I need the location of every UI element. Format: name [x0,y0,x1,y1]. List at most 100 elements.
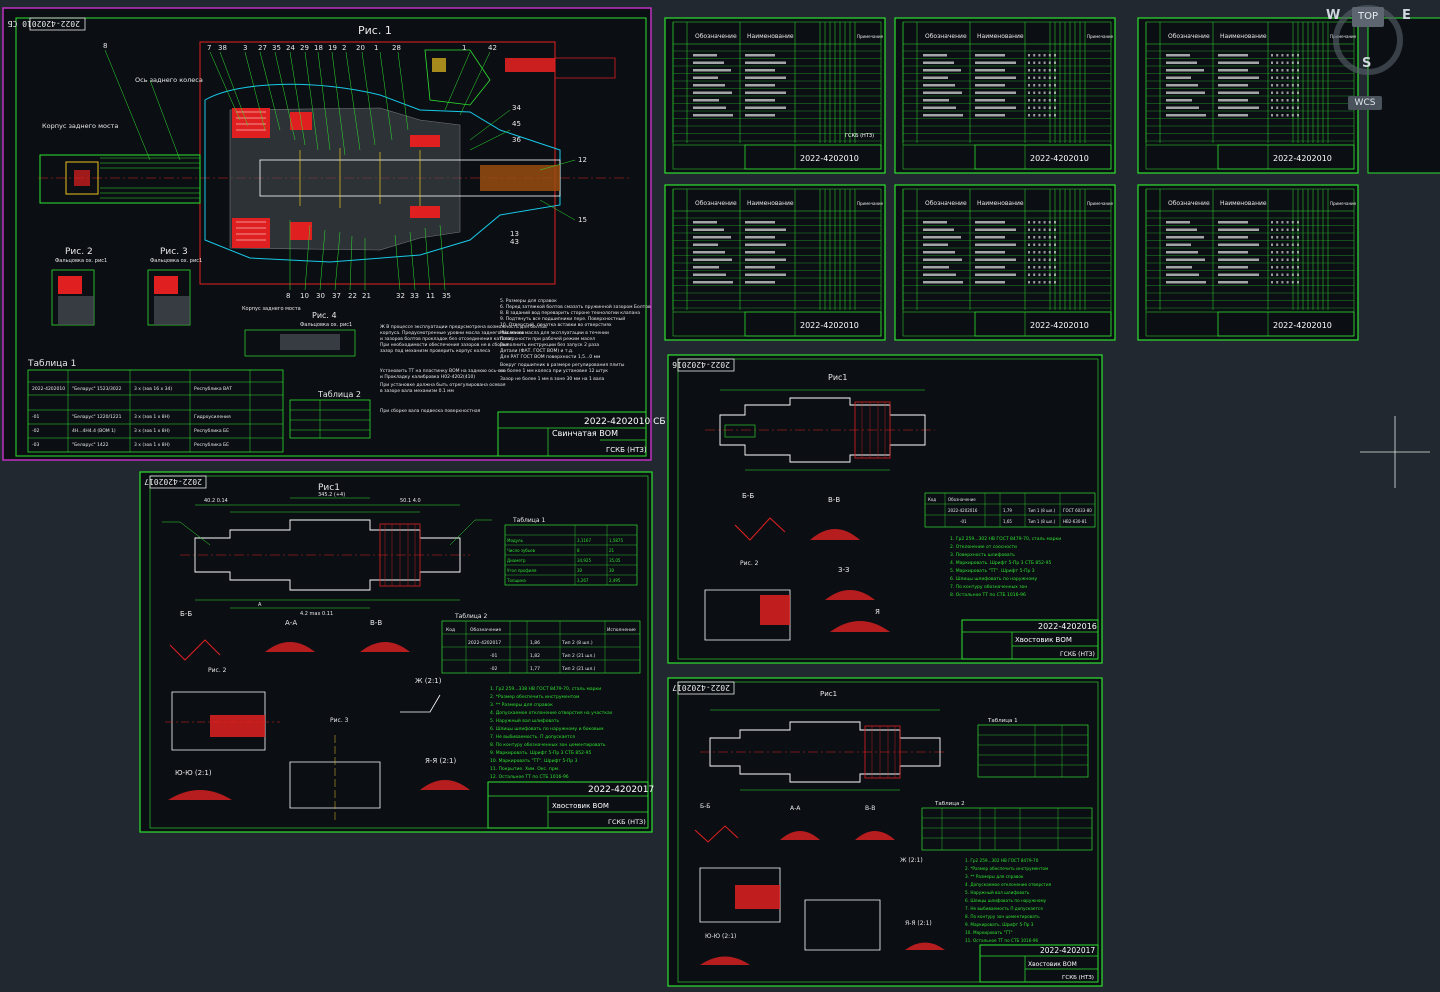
svg-text:20: 20 [356,44,365,52]
svg-text:10. Маркировать "ТТ". Шрифт 5-: 10. Маркировать "ТТ". Шрифт 5-Пр 3 [490,758,578,764]
svg-text:45: 45 [512,120,521,128]
fig4-title: Рис. 4 [312,311,337,320]
part3-title-org: ГСКБ (НТЗ) [1062,975,1094,981]
spec-col-primechanie: Примечание [857,34,884,39]
svg-text:1,77: 1,77 [530,666,540,672]
svg-text:8. В заданий вод переварить ст: 8. В заданий вод переварить стороне техн… [500,309,640,316]
part1-stamp-top: 2022-4202017 [144,477,202,486]
svg-text:1,79: 1,79 [1003,508,1012,513]
svg-text:5. Размеры для справок: 5. Размеры для справок [500,298,557,304]
svg-text:Тип 2 (21 шл.): Тип 2 (21 шл.) [561,653,596,659]
assembly-title-name: Свинчатая ВОМ [552,429,618,438]
part-sheet-1[interactable]: 2022-4202017 Рис1 40.2 0.14345.2 (+4)50.… [139,471,654,833]
svg-text:Детали (ФАТ. ГОСТ ВОМ) и т.д.: Детали (ФАТ. ГОСТ ВОМ) и т.д. [500,348,573,354]
part2-section-ya: Я [875,608,880,616]
svg-text:Установить ТТ на пластинку ВОМ: Установить ТТ на пластинку ВОМ на заднюю… [380,368,506,374]
svg-text:10: 10 [300,292,309,300]
svg-text:Масленки масла для эксплуатаци: Масленки масла для эксплуатации в течени… [500,330,609,336]
part-sheet-2[interactable]: 2022-4202016 Рис1 Б-Б В-В Код Обозначени… [667,354,1103,664]
svg-text:22: 22 [348,292,357,300]
svg-text:10. Отверстий, печатка вставки: 10. Отверстий, печатка вставки во отверс… [500,321,612,328]
viewcube-west[interactable]: W [1326,8,1340,23]
svg-text:35,05: 35,05 [609,558,621,563]
svg-text:2022-4202010: 2022-4202010 [32,386,65,392]
svg-text:11. Остальное ТТ по СТБ 1016-9: 11. Остальное ТТ по СТБ 1016-96 [965,938,1039,943]
part1-title-org: ГСКБ (НТЗ) [608,818,646,826]
svg-text:-03: -03 [32,442,39,448]
svg-text:Тип 1 (8 шл.): Тип 1 (8 шл.) [1027,508,1056,513]
spec-sheet-1[interactable]: Обозначение Наименование Примечание 2022-42… [664,17,886,174]
svg-text:Число зубьев: Число зубьев [507,548,536,553]
spec-sheet-2[interactable]: Обозначение Наименование Примечание 2022-42… [894,17,1116,174]
spec-stamp-number: 2022-4202010 [1030,321,1089,330]
part1-section-vv: В-В [370,619,382,627]
part3-stamp-top: 2022-4202017 [672,683,730,692]
svg-text:30: 30 [609,568,615,573]
part1-section-yuyu: Ю-Ю (2:1) [175,769,212,777]
spec-col-oboznachenie: Обозначение [695,33,737,40]
assembly-stamp-number: 2022-4202010 СБ [584,417,666,427]
svg-text:3 х (зов 16 х 34): 3 х (зов 16 х 34) [134,386,172,392]
svg-text:9. Маркировать. Шрифт 5-Пр 3 С: 9. Маркировать. Шрифт 5-Пр 3 СТБ 852-95 [490,750,591,756]
part-sheet-3[interactable]: 2022-4202017 Рис1 Таблица 1 Б-Б А-А В-В … [667,677,1103,987]
viewcube-south[interactable]: S [1362,56,1371,71]
part1-table2-ispoln: Исполнение [607,627,636,633]
drawing-canvas[interactable]: 2022-4202010 СБ Рис. 1 7 38 3 27 35 24 2… [0,0,1440,992]
svg-text:Зазор не более 1 мм в зоне 30: Зазор не более 1 мм в зоне 30 мм на 1 ва… [500,376,605,382]
svg-text:Для РАТ ГОСТ ВОМ поверхности 1: Для РАТ ГОСТ ВОМ поверхности 1,5...0 мм [500,354,600,360]
spec-col-naimenovanie: Наименование [1220,33,1267,40]
svg-text:"Беларус" 1523/3022: "Беларус" 1523/3022 [72,386,122,392]
svg-text:6. Шлицы шлифовать по наружном: 6. Шлицы шлифовать по наружному [965,898,1047,903]
spec-col-naimenovanie: Наименование [747,33,794,40]
part3-table1-title: Таблица 1 [987,718,1018,724]
svg-text:1. Гр2 259...338 НВ ГОСТ 8479-: 1. Гр2 259...338 НВ ГОСТ 8479-70, сталь … [490,686,601,692]
svg-text:8. По контуру обозначенных зон: 8. По контуру обозначенных зон цементиро… [490,742,606,748]
svg-text:-01: -01 [32,414,39,420]
svg-text:не более 1 мм колеса при устан: не более 1 мм колеса при установке 12 шт… [500,368,608,374]
svg-text:"Беларус" 1220/1221: "Беларус" 1220/1221 [72,414,122,420]
viewcube-top-face[interactable]: TOP [1352,7,1384,27]
fig3-title: Рис. 3 [160,247,188,257]
fig2-title: Рис. 2 [65,247,93,257]
part3-table2-title: Таблица 2 [934,801,965,807]
part2-stamp-top: 2022-4202016 [672,360,730,369]
spec-col-oboznachenie: Обозначение [695,200,737,207]
spec-col-naimenovanie: Наименование [747,200,794,207]
part1-fig3: Рис. 3 [330,717,349,724]
spec-col-oboznachenie: Обозначение [925,33,967,40]
wcs-menu-button[interactable]: WCS [1348,96,1382,110]
svg-text:29: 29 [300,44,309,52]
svg-text:2022-4202016: 2022-4202016 [948,508,978,513]
svg-text:НВ2-630-81: НВ2-630-81 [1063,519,1087,524]
viewcube-east[interactable]: E [1402,8,1411,23]
svg-text:Выполнить инструкции без запус: Выполнить инструкции без запуск 2 раза [500,342,599,348]
spec-sheet-4[interactable]: Обозначение Наименование Примечание 2022-42… [664,184,886,341]
svg-text:35: 35 [442,292,451,300]
spec-stamp-number: 2022-4202010 [800,154,859,163]
part2-fig-title: Рис1 [828,373,848,382]
svg-text:Угол профиля: Угол профиля [507,568,537,573]
svg-text:5. Маркировать "ТТ". Шрифт 5-П: 5. Маркировать "ТТ". Шрифт 5-Пр 3 [950,568,1035,574]
svg-text:10. Маркировать "ТТ": 10. Маркировать "ТТ" [965,930,1013,935]
svg-text:в зазоре вала механизм 0.1 мм: в зазоре вала механизм 0.1 мм [380,388,454,394]
spec-col-oboznachenie: Обозначение [925,200,967,207]
svg-text:-02: -02 [490,666,497,672]
svg-text:2. *Размер обеспечить инструме: 2. *Размер обеспечить инструментом [965,866,1048,871]
part1-table2-title: Таблица 2 [454,613,487,620]
svg-text:5. Наружный вал шлифовать: 5. Наружный вал шлифовать [965,890,1030,895]
assembly-title-org: ГСКБ (НТЗ) [606,446,647,454]
part1-section-zh: Ж (2:1) [415,677,442,685]
svg-text:Толщина: Толщина [506,578,526,583]
spec-sheet-5[interactable]: Обозначение Наименование Примечание 2022-42… [894,184,1116,341]
svg-text:1,5875: 1,5875 [609,538,623,543]
svg-text:8. По контуру зон цементироват: 8. По контуру зон цементировать [965,914,1040,919]
part3-section-aa: А-А [790,805,801,812]
label-rear-housing-2: Корпус заднего моста [242,306,301,312]
part1-section-bb: Б-Б [180,610,192,618]
svg-text:2. *Размер обеспечить инструме: 2. *Размер обеспечить инструментом [490,694,579,700]
assembly-sheet[interactable]: 2022-4202010 СБ Рис. 1 7 38 3 27 35 24 2… [2,7,666,461]
spec-sheet-6[interactable]: Обозначение Наименование Примечание 2022-42… [1137,184,1359,341]
viewcube[interactable]: TOP W E S WCS [1322,4,1432,110]
part1-table1-title: Таблица 1 [512,517,545,524]
fig2-sub: Фальцовка ох. рис1 [55,258,107,264]
